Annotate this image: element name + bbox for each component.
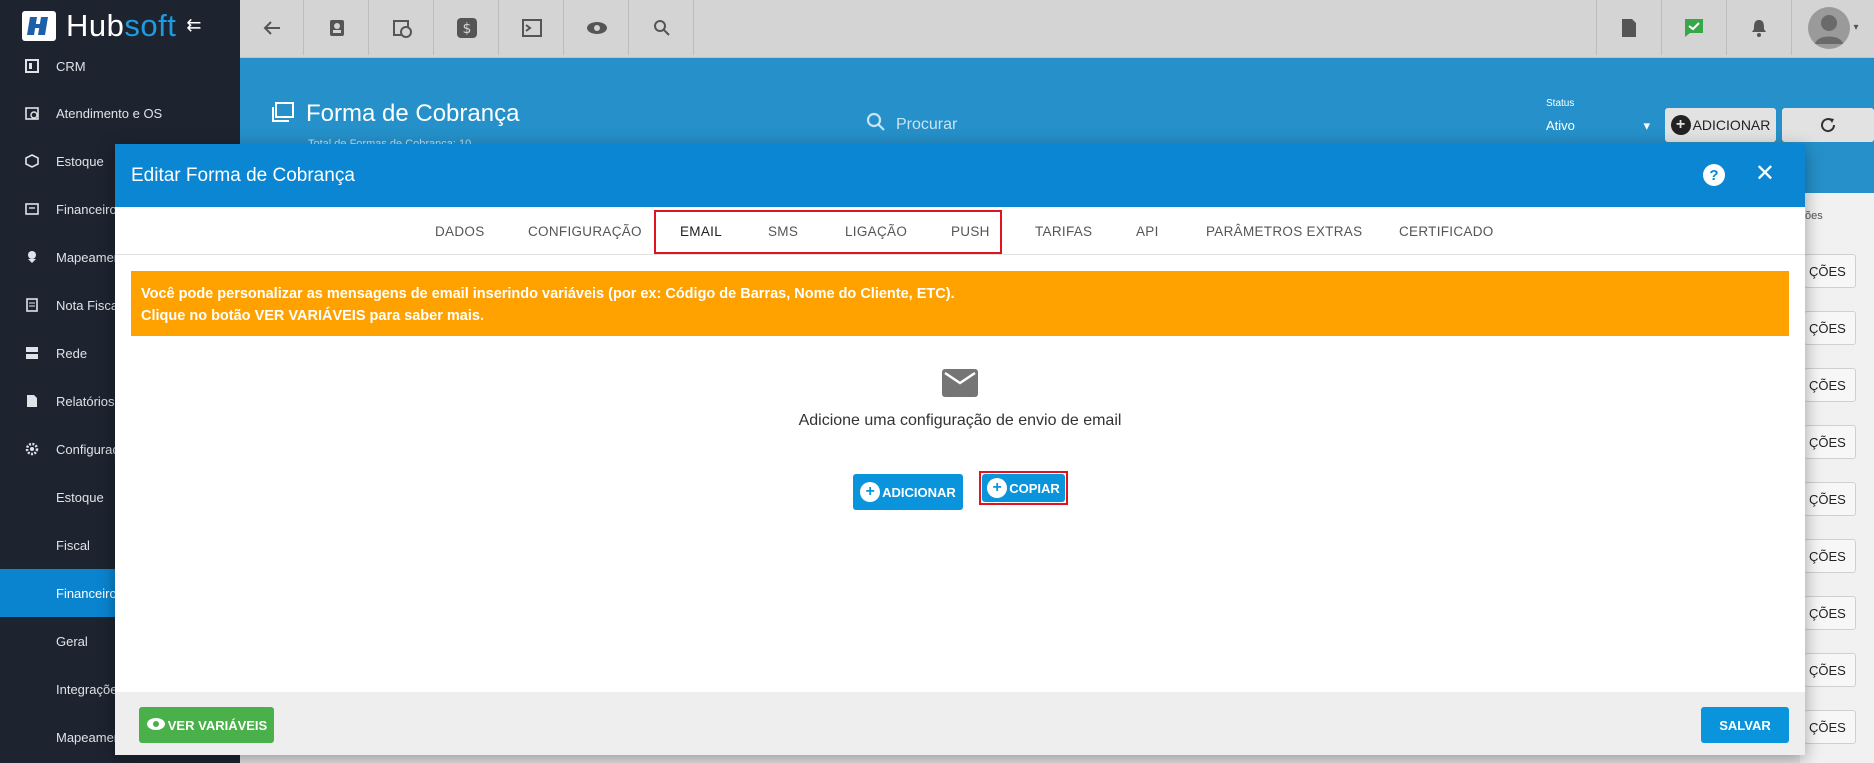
edit-modal: Editar Forma de Cobrança ? ✕ DADOS CONFI… — [115, 144, 1805, 755]
chat-check-icon[interactable] — [1661, 0, 1725, 55]
tab-dados[interactable]: DADOS — [435, 207, 485, 255]
refresh-button[interactable] — [1782, 108, 1874, 142]
plus-circle-icon: + — [1670, 115, 1691, 135]
report-icon — [24, 393, 40, 409]
tab-tarifas[interactable]: TARIFAS — [1035, 207, 1092, 255]
table-header-acoes: ões — [1805, 210, 1823, 222]
refresh-icon — [1821, 118, 1836, 133]
close-icon[interactable]: ✕ — [1755, 162, 1775, 186]
tab-bar: DADOS CONFIGURAÇÃO EMAIL SMS LIGAÇÃO PUS… — [115, 207, 1805, 255]
sidebar-item-label: Estoque — [56, 153, 104, 169]
status-select[interactable]: Ativo ▾ — [1546, 118, 1650, 134]
row-actions-button[interactable]: ÇÕES — [1804, 539, 1856, 573]
tabs-highlight-outline — [654, 210, 1002, 254]
empty-actions: + ADICIONAR + COPIAR — [115, 471, 1805, 510]
contact-card-icon[interactable] — [305, 0, 369, 55]
eye-icon — [146, 717, 166, 734]
add-config-label: ADICIONAR — [882, 484, 956, 500]
dashboard-icon — [24, 58, 40, 74]
row-actions-button[interactable]: ÇÕES — [1804, 254, 1856, 288]
map-pin-icon — [24, 249, 40, 265]
copy-button[interactable]: + COPIAR — [982, 474, 1065, 502]
calendar-clock-icon[interactable] — [370, 0, 434, 55]
modal-header: Editar Forma de Cobrança ? ✕ — [115, 144, 1805, 207]
caret-down-icon: ▾ — [1643, 118, 1650, 133]
help-icon[interactable]: ? — [1703, 164, 1725, 186]
search-icon[interactable] — [630, 0, 694, 55]
dollar-icon[interactable]: $ — [435, 0, 499, 55]
avatar[interactable]: ▾ — [1791, 0, 1874, 55]
add-button-label: ADICIONAR — [1692, 117, 1771, 133]
tab-configuracao[interactable]: CONFIGURAÇÃO — [528, 207, 642, 255]
sidebar-item-crm[interactable]: CRM — [0, 42, 240, 90]
plus-circle-icon: + — [860, 482, 881, 502]
sidebar-item-label: Geral — [56, 633, 88, 649]
view-variables-button[interactable]: VER VARIÁVEIS — [139, 707, 274, 743]
row-actions-button[interactable]: ÇÕES — [1804, 425, 1856, 459]
sidebar-item-atendimento[interactable]: Atendimento e OS — [0, 89, 240, 137]
view-variables-label: VER VARIÁVEIS — [167, 717, 268, 733]
sidebar-item-label: Nota Fiscal — [56, 297, 122, 313]
box-icon — [24, 153, 40, 169]
sidebar-item-label: Financeiro — [56, 201, 117, 217]
warning-line-2: Clique no botão VER VARIÁVEIS para saber… — [141, 308, 484, 324]
server-icon — [24, 345, 40, 361]
sidebar-item-label: Fiscal — [56, 537, 90, 553]
copy-button-label: COPIAR — [1009, 480, 1060, 496]
search-input[interactable]: Procurar — [896, 116, 957, 134]
receipt-icon — [24, 297, 40, 313]
empty-state-text: Adicione uma configuração de envio de em… — [798, 412, 1122, 429]
tab-api[interactable]: API — [1136, 207, 1159, 255]
add-config-button[interactable]: + ADICIONAR — [853, 474, 963, 510]
status-value: Ativo — [1546, 118, 1575, 133]
add-button[interactable]: + ADICIONAR — [1665, 108, 1776, 142]
collapse-menu-icon[interactable]: ⇇ — [186, 15, 201, 36]
gear-icon — [24, 441, 40, 457]
brand-name: Hubsoft — [66, 7, 177, 43]
sidebar-item-label: Financeiro — [56, 585, 117, 601]
svg-text:$: $ — [462, 21, 471, 37]
row-actions-button[interactable]: ÇÕES — [1804, 482, 1856, 516]
finance-icon — [24, 201, 40, 217]
bell-icon[interactable] — [1726, 0, 1790, 55]
eye-icon[interactable] — [565, 0, 629, 55]
save-button[interactable]: SALVAR — [1701, 707, 1789, 743]
chevron-down-icon: ▾ — [1853, 22, 1859, 33]
calendar-icon — [24, 105, 40, 121]
tab-certificado[interactable]: CERTIFICADO — [1399, 207, 1494, 255]
page-title-group: Forma de Cobrança — [272, 100, 519, 128]
topbar: $ ▾ — [240, 0, 1874, 58]
search-icon — [866, 112, 886, 137]
terminal-icon[interactable] — [500, 0, 564, 55]
sidebar-item-label: Relatórios — [56, 393, 115, 409]
search-box[interactable]: Procurar — [866, 112, 957, 137]
row-actions-button[interactable]: ÇÕES — [1804, 368, 1856, 402]
pdf-icon[interactable] — [1596, 0, 1660, 55]
plus-circle-icon: + — [987, 478, 1008, 498]
mail-icon — [942, 369, 978, 402]
back-arrow-icon[interactable] — [240, 0, 304, 55]
sidebar-item-label: CRM — [56, 58, 86, 74]
row-actions-button[interactable]: ÇÕES — [1804, 311, 1856, 345]
sidebar-item-label: Estoque — [56, 489, 104, 505]
warning-line-1: Você pode personalizar as mensagens de e… — [141, 286, 955, 302]
list-icon — [272, 101, 294, 127]
row-actions-button[interactable]: ÇÕES — [1804, 653, 1856, 687]
row-actions-button[interactable]: ÇÕES — [1804, 710, 1856, 744]
page-title: Forma de Cobrança — [306, 100, 520, 127]
sidebar-item-label: Rede — [56, 345, 88, 361]
row-actions-button[interactable]: ÇÕES — [1804, 596, 1856, 630]
modal-title: Editar Forma de Cobrança — [131, 164, 355, 186]
modal-footer: VER VARIÁVEIS SALVAR — [115, 692, 1805, 755]
warning-banner: Você pode personalizar as mensagens de e… — [131, 271, 1789, 336]
sidebar-item-label: Atendimento e OS — [56, 105, 163, 121]
hubsoft-logo-icon — [22, 10, 56, 41]
tab-parametros-extras[interactable]: PARÂMETROS EXTRAS — [1206, 207, 1362, 255]
empty-state: Adicione uma configuração de envio de em… — [115, 369, 1805, 430]
status-label: Status — [1546, 98, 1575, 109]
sidebar-item-label: Integrações — [56, 681, 124, 697]
